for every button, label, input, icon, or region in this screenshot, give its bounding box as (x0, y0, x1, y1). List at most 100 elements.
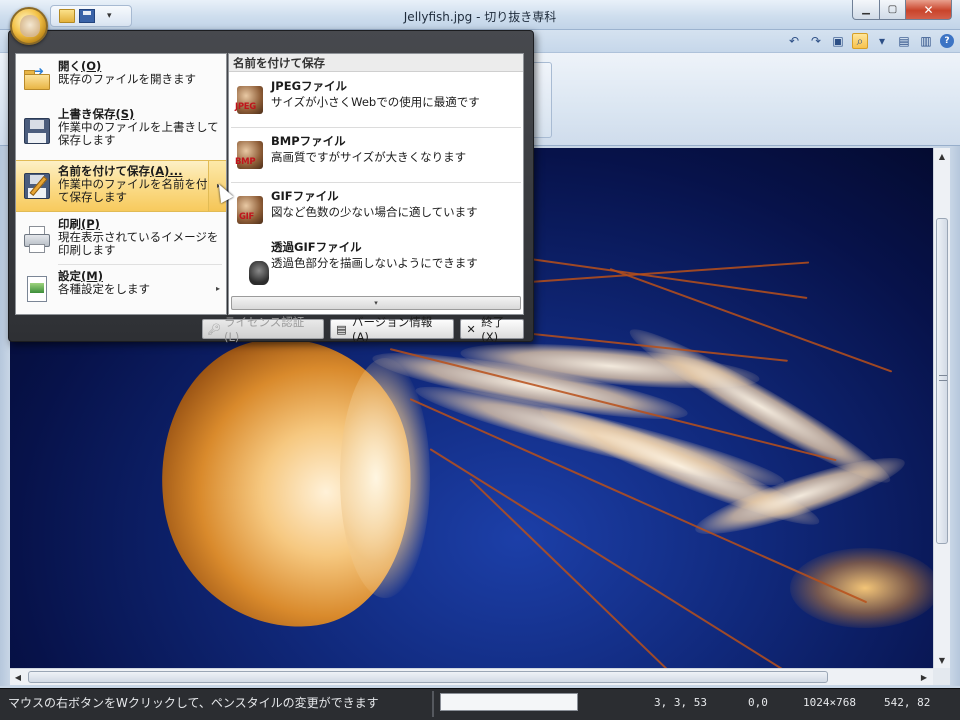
save-as-jpeg[interactable]: JPEG JPEGファイル サイズが小さくWebでの使用に最適です (229, 74, 523, 128)
settings-document-icon (22, 274, 52, 304)
application-menu: ➜ 開く(O) 既存のファイルを開きます 上書き保存(S) 作業中のファイルを上… (8, 30, 534, 344)
menu-item-title: 名前を付けて保存 (58, 164, 150, 178)
scroll-left-icon[interactable]: ◀ (10, 669, 26, 685)
quick-access-toolbar: ▾ (50, 5, 132, 27)
file-type-label: GIF (239, 212, 255, 222)
scroll-down-icon[interactable]: ▼ (934, 652, 950, 668)
transparent-gif-icon (237, 247, 269, 285)
submenu-arrow-icon: ▸ (215, 284, 220, 293)
layout-icon[interactable]: ▤ (896, 33, 912, 49)
zoom-icon[interactable]: ⌕ (852, 33, 868, 49)
save-as-submenu: 名前を付けて保存 JPEG JPEGファイル サイズが小さくWebでの使用に最適… (228, 53, 524, 315)
menu-item-title: 上書き保存 (58, 107, 116, 121)
save-as-transparent-gif[interactable]: 透過GIFファイル 透過色部分を描画しないようにできます (229, 235, 523, 289)
window-title: Jellyfish.jpg - 切り抜き専科 (403, 10, 557, 24)
submenu-item-desc: 透過色部分を描画しないようにできます (271, 256, 478, 270)
status-progress-box (440, 693, 578, 711)
menu-item-settings[interactable]: 設定(M) 各種設定をします ▸ (16, 266, 226, 312)
menu-item-accel: (M) (81, 269, 103, 283)
save-as-bmp[interactable]: BMP BMPファイル 高画質ですがサイズが大きくなります (229, 129, 523, 183)
menu-item-desc: 既存のファイルを開きます (58, 72, 196, 86)
application-menu-button[interactable] (10, 7, 48, 45)
submenu-item-desc: サイズが小さくWebでの使用に最適です (271, 95, 480, 109)
save-icon[interactable] (79, 9, 95, 23)
submenu-item-title: BMPファイル (271, 134, 346, 148)
menu-item-desc: 作業中のファイルを名前を付けて保存します (58, 177, 219, 204)
menu-item-desc: 作業中のファイルを上書きして保存します (58, 120, 219, 147)
submenu-item-desc: 高画質ですがサイズが大きくなります (271, 150, 467, 164)
status-image-size: 1024×768 (803, 696, 856, 709)
open-folder-icon[interactable] (59, 9, 75, 23)
version-button[interactable]: ▤ バージョン情報(A) (330, 315, 454, 344)
close-button[interactable]: ✕ (905, 0, 952, 20)
exit-button[interactable]: ✕ 終了(X) (460, 315, 524, 344)
vertical-scroll-thumb[interactable] (936, 218, 948, 544)
submenu-separator (231, 127, 521, 128)
window-frame-right (950, 146, 960, 686)
save-as-icon (22, 171, 52, 201)
minimize-button[interactable]: ▁ (852, 0, 880, 20)
menu-item-desc: 各種設定をします (58, 282, 150, 296)
file-type-label: JPEG (235, 102, 256, 112)
dropdown-arrow-icon[interactable]: ▾ (874, 33, 890, 49)
maximize-icon: ▢ (887, 4, 898, 15)
save-as-gif[interactable]: GIF GIFファイル 図など色数の少ない場合に適しています (229, 184, 523, 238)
status-color-value: 3, 3, 53 (654, 696, 707, 709)
menu-item-accel: (P) (81, 217, 100, 231)
horizontal-scrollbar[interactable]: ◀ ▶ (10, 668, 933, 685)
scroll-up-icon[interactable]: ▲ (934, 148, 950, 164)
app-logo-icon (20, 15, 40, 37)
gif-file-icon: GIF (237, 196, 263, 224)
jellyfish-rim (340, 358, 430, 598)
window-layout-icon[interactable]: ▥ (918, 33, 934, 49)
minimize-icon: ▁ (862, 4, 870, 15)
submenu-item-desc: 図など色数の少ない場合に適しています (271, 205, 478, 219)
menu-item-desc: 現在表示されているイメージを印刷します (58, 230, 219, 257)
tentacle (469, 478, 730, 668)
redo-icon[interactable]: ↷ (808, 33, 824, 49)
undo-icon[interactable]: ↶ (786, 33, 802, 49)
menu-item-title: 開く (58, 59, 81, 73)
menu-command-list: ➜ 開く(O) 既存のファイルを開きます 上書き保存(S) 作業中のファイルを上… (15, 53, 227, 315)
vertical-scrollbar[interactable]: ▲ ▼ (933, 148, 950, 668)
license-label: ライセンス認証(L) (224, 315, 305, 344)
customize-toolbar-icon[interactable]: ▾ (107, 11, 112, 21)
menu-item-open[interactable]: ➜ 開く(O) 既存のファイルを開きます (16, 54, 226, 106)
jpeg-file-icon: JPEG (235, 86, 263, 114)
title-bar: Jellyfish.jpg - 切り抜き専科 ▁ ▢ ✕ (0, 0, 960, 30)
menu-item-save[interactable]: 上書き保存(S) 作業中のファイルを上書きして保存します (16, 106, 226, 160)
status-divider (432, 691, 434, 717)
jellyfish-glow (790, 548, 933, 628)
grip-icon (939, 375, 947, 381)
menu-item-accel: (S) (115, 107, 135, 121)
scroll-right-icon[interactable]: ▶ (916, 669, 932, 685)
menu-item-accel: (O) (81, 59, 102, 73)
floppy-disk-icon (22, 116, 52, 146)
menu-item-save-as[interactable]: 名前を付けて保存(A)... 作業中のファイルを名前を付けて保存します ▸ (16, 160, 226, 212)
status-bar: マウスの右ボタンをWクリックして、ペンスタイルの変更ができます 3, 3, 53… (0, 688, 960, 720)
ribbon-right-toolbar: ↶ ↷ ▣ ⌕ ▾ ▤ ▥ ? (786, 33, 954, 49)
submenu-scroll-down[interactable]: ▾ (231, 296, 521, 310)
version-label: バージョン情報(A) (351, 315, 433, 344)
menu-item-accel: (A)... (150, 164, 183, 178)
submenu-item-title: GIFファイル (271, 189, 339, 203)
exit-label: 終了(X) (481, 315, 505, 344)
menu-separator (58, 264, 222, 265)
menu-item-print[interactable]: 印刷(P) 現在表示されているイメージを印刷します (16, 214, 226, 266)
maximize-button[interactable]: ▢ (879, 0, 906, 20)
info-document-icon: ▤ (336, 322, 347, 336)
file-type-label: BMP (235, 157, 256, 167)
status-position: 0,0 (748, 696, 768, 709)
license-button[interactable]: 🔑︎ ライセンス認証(L) (202, 315, 324, 344)
help-icon[interactable]: ? (940, 34, 954, 48)
open-folder-icon: ➜ (22, 64, 52, 94)
horizontal-scroll-thumb[interactable] (28, 671, 828, 683)
submenu-item-title: 透過GIFファイル (271, 240, 362, 254)
status-cursor-position: 542, 82 (884, 696, 931, 709)
bmp-file-icon: BMP (235, 141, 263, 169)
image-view-icon[interactable]: ▣ (830, 33, 846, 49)
status-message: マウスの右ボタンをWクリックして、ペンスタイルの変更ができます (8, 696, 379, 710)
menu-item-title: 印刷 (58, 217, 81, 231)
printer-icon (22, 224, 52, 254)
menu-item-title: 設定 (58, 269, 81, 283)
